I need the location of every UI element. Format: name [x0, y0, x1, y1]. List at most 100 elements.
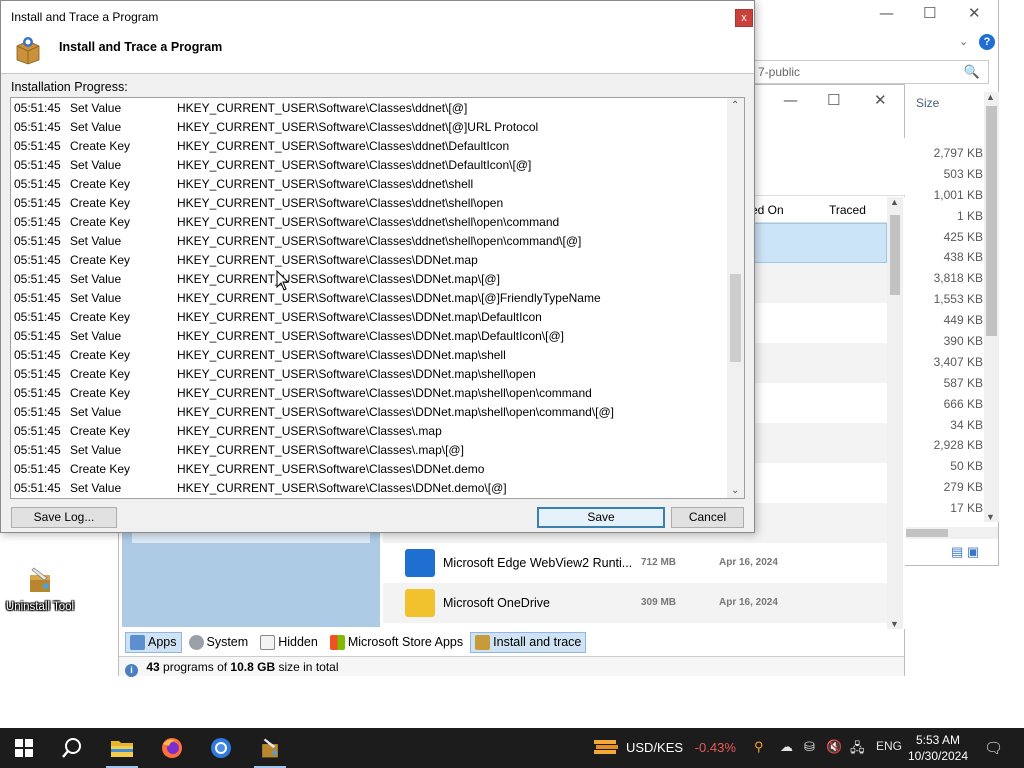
apps-icon — [130, 634, 145, 650]
network-icon[interactable]: 🖧 — [850, 739, 865, 761]
notifications-icon[interactable]: 🗨 — [984, 739, 1003, 757]
list-vertical-scrollbar[interactable]: ▲ ▼ — [887, 197, 903, 629]
taskbar-firefox[interactable] — [148, 728, 196, 768]
log-registry-key: HKEY_CURRENT_USER\Software\Classes\DDNet… — [177, 367, 536, 381]
save-button[interactable]: Save — [537, 507, 665, 528]
log-time: 05:51:45 — [14, 329, 61, 343]
size-column-header[interactable]: Size — [916, 96, 939, 110]
uninstall-tool-icon — [30, 567, 50, 592]
currency-ticker[interactable]: USD/KES -0.43% — [592, 740, 736, 755]
language-indicator[interactable]: ENG — [876, 739, 902, 753]
tab-apps[interactable]: Apps — [125, 631, 182, 653]
scroll-thumb[interactable] — [730, 274, 741, 362]
scroll-up-icon[interactable]: ▲ — [986, 92, 995, 102]
scroll-down-icon[interactable]: ▼ — [890, 619, 899, 629]
taskbar-chrome[interactable] — [197, 728, 245, 768]
log-registry-key: HKEY_CURRENT_USER\Software\Classes\ddnet… — [177, 139, 510, 153]
scroll-thumb[interactable] — [890, 215, 900, 295]
log-action: Create Key — [70, 348, 131, 362]
taskbar-file-explorer[interactable] — [98, 728, 146, 768]
clock[interactable]: 5:53 AM 10/30/2024 — [906, 732, 970, 764]
close-icon[interactable]: ✕ — [968, 4, 981, 22]
save-log-button[interactable]: Save Log... — [11, 507, 117, 528]
cloud-offline-icon[interactable]: ☁ — [780, 739, 793, 755]
tab-microsoft-store-apps[interactable]: Microsoft Store Apps — [325, 632, 468, 653]
log-action: Set Value — [70, 443, 122, 457]
scroll-thumb[interactable] — [906, 529, 948, 537]
close-icon[interactable]: ✕ — [874, 91, 887, 109]
info-icon: i — [125, 664, 138, 677]
file-size-cell: 438 KB — [943, 250, 983, 265]
address-bar[interactable]: 7-public 🔍 — [753, 60, 989, 84]
program-icon — [405, 589, 435, 617]
log-registry-key: HKEY_CURRENT_USER\Software\Classes\DDNet… — [177, 329, 564, 343]
taskbar: USD/KES -0.43% ⚲ ☁ ⛁ 🔇 🖧 ENG 5:53 AM 10/… — [0, 728, 1024, 768]
log-time: 05:51:45 — [14, 196, 61, 210]
scroll-down-icon[interactable]: ▼ — [986, 512, 995, 522]
tab-hidden[interactable]: Hidden — [255, 632, 323, 653]
cancel-button[interactable]: Cancel — [671, 507, 744, 528]
scroll-thumb[interactable] — [986, 106, 997, 336]
log-registry-key: HKEY_CURRENT_USER\Software\Classes\ddnet… — [177, 120, 539, 134]
column-header-row: ed On Traced — [751, 197, 887, 223]
explorer-horizontal-scrollbar[interactable] — [906, 527, 998, 539]
log-registry-key: HKEY_CURRENT_USER\Software\Classes\DDNet… — [177, 310, 542, 324]
search-icon[interactable]: 🔍 — [964, 64, 980, 80]
help-icon[interactable]: ? — [979, 34, 995, 50]
maximize-icon[interactable]: ☐ — [827, 91, 840, 109]
address-text: 7-public — [758, 65, 801, 79]
view-toggle[interactable]: ▤ ▣ — [951, 544, 979, 560]
sidebar-panel — [122, 525, 380, 627]
scroll-down-icon[interactable]: ⌄ — [731, 485, 739, 496]
log-time: 05:51:45 — [14, 177, 61, 191]
tab-install-and-trace[interactable]: Install and trace — [470, 631, 587, 653]
column-installed-on[interactable]: ed On — [751, 203, 784, 217]
file-size-cell: 449 KB — [943, 313, 983, 328]
status-bar: i 43 programs of 10.8 GB size in total — [119, 656, 904, 677]
log-registry-key: HKEY_CURRENT_USER\Software\Classes\.map — [177, 424, 442, 438]
minimize-icon[interactable]: — — [783, 91, 798, 109]
column-traced[interactable]: Traced — [829, 203, 866, 217]
dialog-titlebar[interactable]: Install and Trace a Program x — [1, 1, 754, 31]
chevron-down-icon[interactable]: ⌄ — [959, 35, 968, 48]
toolbar-area — [755, 138, 905, 196]
log-time: 05:51:45 — [14, 367, 61, 381]
program-size: 712 MB — [641, 557, 677, 568]
taskbar-search-button[interactable] — [48, 728, 96, 768]
uninstall-tool-icon — [262, 738, 278, 758]
taskbar-uninstall-tool[interactable] — [246, 728, 294, 768]
file-size-cell: 2,797 KB — [933, 146, 983, 160]
installation-log[interactable]: 05:51:45 Set Value HKEY_CURRENT_USER\Softw… — [10, 97, 745, 499]
start-button[interactable] — [0, 728, 48, 768]
store-icon — [329, 634, 345, 650]
large-icons-view-icon[interactable]: ▣ — [967, 544, 979, 559]
status-tail: size in total — [278, 660, 339, 674]
log-time: 05:51:45 — [14, 405, 61, 419]
dialog-header: Install and Trace a Program — [1, 31, 754, 74]
log-vertical-scrollbar[interactable]: ⌃ ⌄ — [727, 98, 744, 498]
maximize-icon[interactable]: ☐ — [923, 4, 936, 22]
explorer-vertical-scrollbar[interactable]: ▲ ▼ — [984, 92, 999, 522]
program-row[interactable]: Microsoft OneDrive 309 MB Apr 16, 2024 — [383, 583, 887, 623]
file-size-cell: 279 KB — [943, 480, 983, 495]
scroll-up-icon[interactable]: ⌃ — [731, 100, 739, 111]
log-registry-key: HKEY_CURRENT_USER\Software\Classes\ddnet… — [177, 234, 582, 248]
log-action: Set Value — [70, 291, 122, 305]
volume-muted-icon[interactable]: 🔇 — [826, 739, 842, 755]
search-tray-icon[interactable]: ⚲ — [754, 739, 764, 755]
scroll-up-icon[interactable]: ▲ — [890, 197, 899, 207]
desktop-icon-uninstall-tool[interactable]: Uninstall Tool — [2, 566, 78, 613]
file-size-cell: 2,928 KB — [933, 438, 983, 453]
log-registry-key: HKEY_CURRENT_USER\Software\Classes\DDNet… — [177, 291, 601, 305]
log-time: 05:51:45 — [14, 481, 61, 495]
total-size: 10.8 GB — [230, 660, 276, 674]
program-row[interactable]: Microsoft Edge WebView2 Runti... 712 MB Ap… — [383, 543, 887, 583]
file-size-cell: 587 KB — [943, 375, 983, 390]
details-view-icon[interactable]: ▤ — [951, 544, 963, 559]
program-icon — [405, 549, 435, 577]
security-icon[interactable]: ⛁ — [804, 739, 815, 755]
log-registry-key: HKEY_CURRENT_USER\Software\Classes\ddnet… — [177, 215, 560, 229]
tab-system[interactable]: System — [184, 632, 254, 653]
close-button[interactable]: x — [735, 9, 753, 27]
minimize-icon[interactable]: — — [879, 4, 894, 22]
